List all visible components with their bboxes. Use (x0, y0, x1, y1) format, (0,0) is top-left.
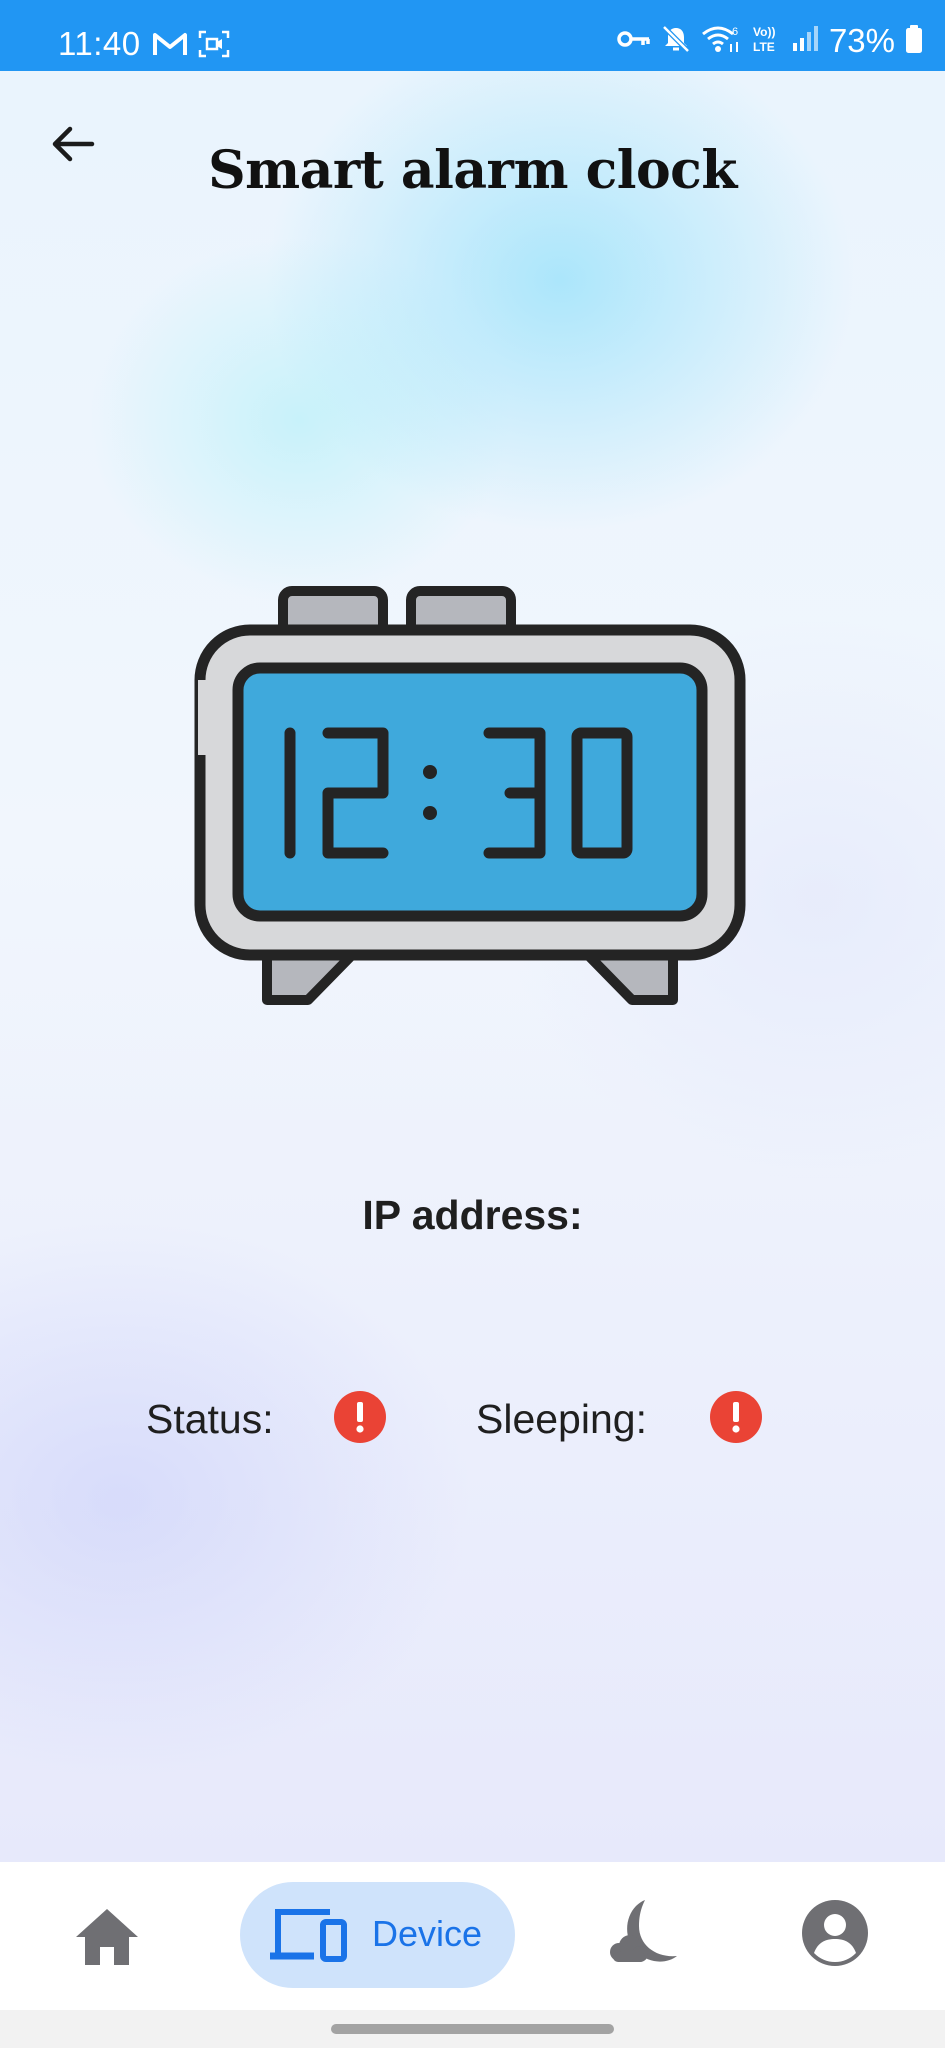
nav-device[interactable]: Device (240, 1882, 515, 1988)
nav-sleep[interactable] (605, 1894, 680, 1974)
devices-icon (268, 1906, 350, 1971)
vpn-key-icon (617, 28, 651, 55)
nav-home[interactable] (70, 1902, 145, 1972)
gmail-icon (152, 31, 188, 62)
sleeping-alert-icon[interactable] (710, 1391, 762, 1443)
page-title: Smart alarm clock (208, 140, 737, 201)
status-alert-icon[interactable] (334, 1391, 386, 1443)
nav-device-label: Device (372, 1913, 483, 1954)
screen-record-icon (198, 30, 230, 63)
bottom-navigation: Device (0, 1862, 945, 2010)
battery-icon (905, 24, 923, 59)
account-icon (800, 1900, 870, 1972)
status-bar: 11:40 6 Vo)) LTE 73% (0, 0, 945, 71)
battery-percent: 73% (828, 22, 895, 59)
svg-text:LTE: LTE (753, 40, 775, 54)
status-row: Status: Sleeping: (0, 1390, 945, 1450)
svg-text:6: 6 (732, 26, 738, 38)
status-label: Status: (146, 1396, 274, 1442)
status-time: 11:40 (58, 25, 141, 62)
ip-address-label: IP address: (362, 1192, 583, 1238)
nav-account[interactable] (800, 1898, 870, 1968)
svg-text:Vo)): Vo)) (753, 25, 775, 39)
home-gesture-bar[interactable] (331, 2024, 614, 2034)
signal-icon (791, 25, 819, 58)
sleeping-label: Sleeping: (476, 1396, 647, 1442)
mute-icon (661, 24, 691, 59)
gesture-navigation-area (0, 2010, 945, 2048)
wifi-6-icon: 6 (701, 24, 741, 59)
home-icon (70, 1909, 145, 1976)
alarm-clock-icon (190, 585, 750, 1015)
volte-icon: Vo)) LTE (751, 23, 781, 60)
sleep-moon-icon (605, 1900, 680, 1978)
